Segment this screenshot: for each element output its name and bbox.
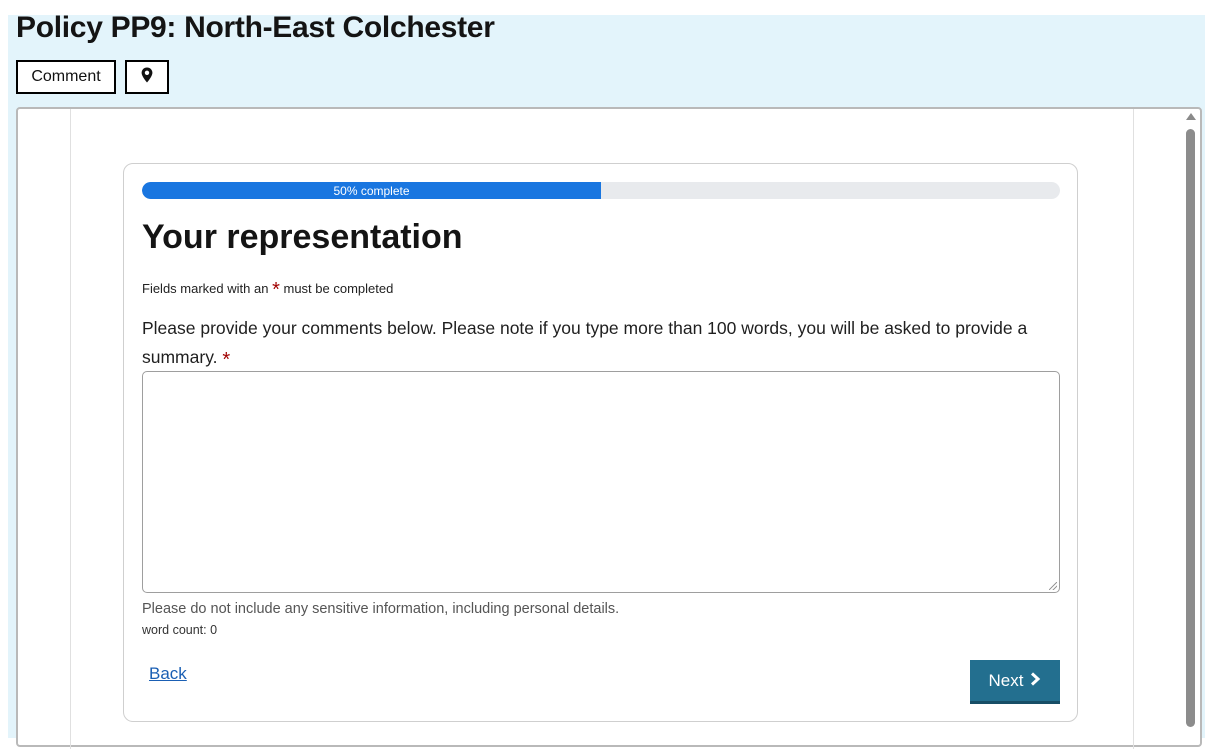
chevron-right-icon [1030,671,1041,691]
comment-button[interactable]: Comment [16,60,116,94]
back-link[interactable]: Back [149,664,187,684]
required-note-suffix: must be completed [283,281,394,296]
required-star: * [272,279,280,301]
scroll-thumb[interactable] [1186,129,1195,727]
map-pin-icon [141,67,153,88]
hint-text: Please do not include any sensitive info… [142,601,620,617]
resize-handle-icon[interactable] [1049,582,1057,590]
question-text: Please provide your comments below. Plea… [142,318,1028,367]
required-fields-note: Fields marked with an * must be complete… [142,279,393,302]
scrollbar[interactable] [1183,109,1201,749]
question-required-star: * [222,349,231,371]
required-note-prefix: Fields marked with an [142,281,269,296]
progress-fill: 50% complete [142,182,601,199]
location-button[interactable] [125,60,169,94]
word-count: word count: 0 [142,623,218,637]
form-card: 50% complete Your representation Fields … [123,163,1078,722]
form-heading: Your representation [142,218,463,256]
page-title: Policy PP9: North-East Colchester [16,11,495,44]
progress-label: 50% complete [333,183,410,198]
question-label: Please provide your comments below. Plea… [142,314,1062,375]
next-button-label: Next [988,670,1024,690]
next-button[interactable]: Next [970,660,1060,704]
comment-textarea[interactable] [142,371,1060,593]
progress-bar: 50% complete [142,182,1060,199]
scroll-up-arrow-icon[interactable] [1186,113,1196,120]
